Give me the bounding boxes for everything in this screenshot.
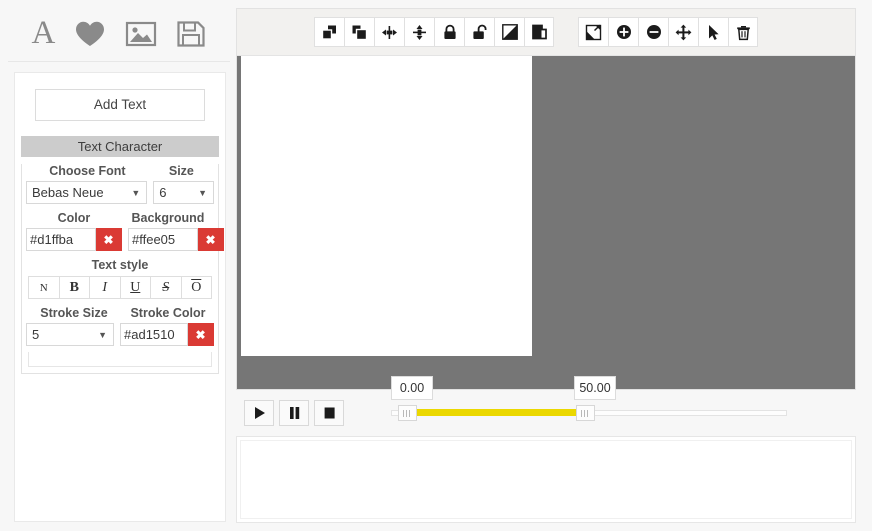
style-normal-button[interactable]: N	[28, 276, 59, 299]
handle-grip-icon	[403, 409, 412, 417]
canvas-workspace[interactable]	[237, 56, 855, 389]
output-panel-content[interactable]	[240, 440, 852, 519]
save-icon[interactable]	[176, 20, 206, 48]
color-row-labels: Color Background	[22, 211, 218, 225]
image-icon[interactable]	[125, 20, 157, 48]
delete-icon[interactable]	[728, 17, 758, 47]
handle-grip-icon	[581, 409, 590, 417]
text-properties-panel: Add Text Text Character Choose Font Size…	[14, 72, 226, 522]
play-button[interactable]	[244, 400, 274, 426]
font-row-labels: Choose Font Size	[22, 164, 218, 178]
clear-background-button[interactable]: ✖	[198, 228, 224, 251]
text-tool-icon[interactable]: A	[32, 17, 56, 50]
stop-button[interactable]	[314, 400, 344, 426]
zoom-out-icon[interactable]	[638, 17, 668, 47]
text-character-header: Text Character	[21, 136, 219, 157]
lock-icon[interactable]	[434, 17, 464, 47]
size-select-value: 6	[159, 185, 167, 200]
timeline-start-tooltip: 0.00	[391, 376, 433, 400]
stroke-color-label: Stroke Color	[130, 306, 206, 320]
align-vertical-icon[interactable]	[404, 17, 434, 47]
zoom-in-icon[interactable]	[608, 17, 638, 47]
unlock-icon[interactable]	[464, 17, 494, 47]
sidebar-toolbar: A	[8, 6, 230, 62]
choose-font-label: Choose Font	[49, 164, 126, 178]
stroke-size-select[interactable]: 5 ▼	[26, 323, 114, 346]
clear-stroke-color-button[interactable]: ✖	[188, 323, 214, 346]
text-style-label-row: Text style	[22, 258, 218, 272]
resize-icon[interactable]	[578, 17, 608, 47]
canvas-toolbar	[237, 9, 855, 56]
bring-to-front-icon[interactable]	[314, 17, 344, 47]
send-to-back-icon[interactable]	[344, 17, 374, 47]
style-overline-button[interactable]: O	[180, 276, 212, 299]
color-input[interactable]	[26, 228, 96, 251]
color-row-fields: ✖ ✖	[22, 228, 224, 251]
select-icon[interactable]	[698, 17, 728, 47]
font-row-fields: Bebas Neue ▼ 6 ▼	[22, 181, 218, 204]
stroke-color-input[interactable]	[120, 323, 188, 346]
color-label: Color	[57, 211, 91, 225]
background-input[interactable]	[128, 228, 198, 251]
timeline-end-tooltip: 50.00	[574, 376, 616, 400]
stroke-color-field-group: ✖	[120, 323, 214, 346]
view-tools-group	[578, 17, 758, 47]
move-icon[interactable]	[668, 17, 698, 47]
size-label: Size	[168, 164, 194, 178]
chevron-down-icon: ▼	[131, 187, 141, 198]
font-select-value: Bebas Neue	[32, 185, 104, 200]
align-horizontal-icon[interactable]	[374, 17, 404, 47]
style-underline-button[interactable]: U	[119, 276, 150, 299]
main-area: 0.00 50.00	[236, 8, 864, 523]
left-sidebar: A Add Text Text Character Choose Font Si…	[8, 6, 230, 522]
editor-canvas-container	[236, 8, 856, 390]
timeline-selected-range	[403, 409, 579, 416]
stroke-row-labels: Stroke Size Stroke Color	[22, 306, 218, 320]
background-label: Background	[131, 211, 205, 225]
style-italic-button[interactable]: I	[89, 276, 120, 299]
heart-icon[interactable]	[74, 20, 106, 48]
stroke-size-label: Stroke Size	[40, 306, 108, 320]
style-strikethrough-button[interactable]: S	[150, 276, 181, 299]
stroke-row-fields: 5 ▼ ✖	[22, 323, 218, 346]
pause-button[interactable]	[279, 400, 309, 426]
transport-controls	[244, 400, 349, 426]
flip-icon[interactable]	[524, 17, 554, 47]
chevron-down-icon: ▼	[198, 187, 207, 198]
canvas-page[interactable]	[241, 56, 532, 356]
editor-app: A Add Text Text Character Choose Font Si…	[0, 0, 872, 531]
timeline-start-handle[interactable]	[398, 405, 417, 421]
object-tools-group	[314, 17, 554, 47]
output-panel	[236, 436, 856, 523]
size-select[interactable]: 6 ▼	[153, 181, 214, 204]
text-style-label: Text style	[91, 258, 149, 272]
text-character-body: Choose Font Size Bebas Neue ▼ 6 ▼ Color	[21, 164, 224, 374]
color-field-group: ✖	[26, 228, 122, 251]
stroke-size-value: 5	[32, 327, 40, 342]
clear-color-button[interactable]: ✖	[96, 228, 122, 251]
panel-footer-strip	[28, 352, 212, 367]
font-select[interactable]: Bebas Neue ▼	[26, 181, 148, 204]
add-text-button[interactable]: Add Text	[35, 89, 205, 121]
style-bold-button[interactable]: B	[58, 276, 89, 299]
opacity-icon[interactable]	[494, 17, 524, 47]
background-field-group: ✖	[128, 228, 224, 251]
timeline-range-slider[interactable]: 0.00 50.00	[391, 376, 791, 426]
text-style-button-group: N B I U S O	[28, 276, 212, 299]
chevron-down-icon: ▼	[98, 329, 107, 340]
timeline-end-handle[interactable]	[576, 405, 595, 421]
